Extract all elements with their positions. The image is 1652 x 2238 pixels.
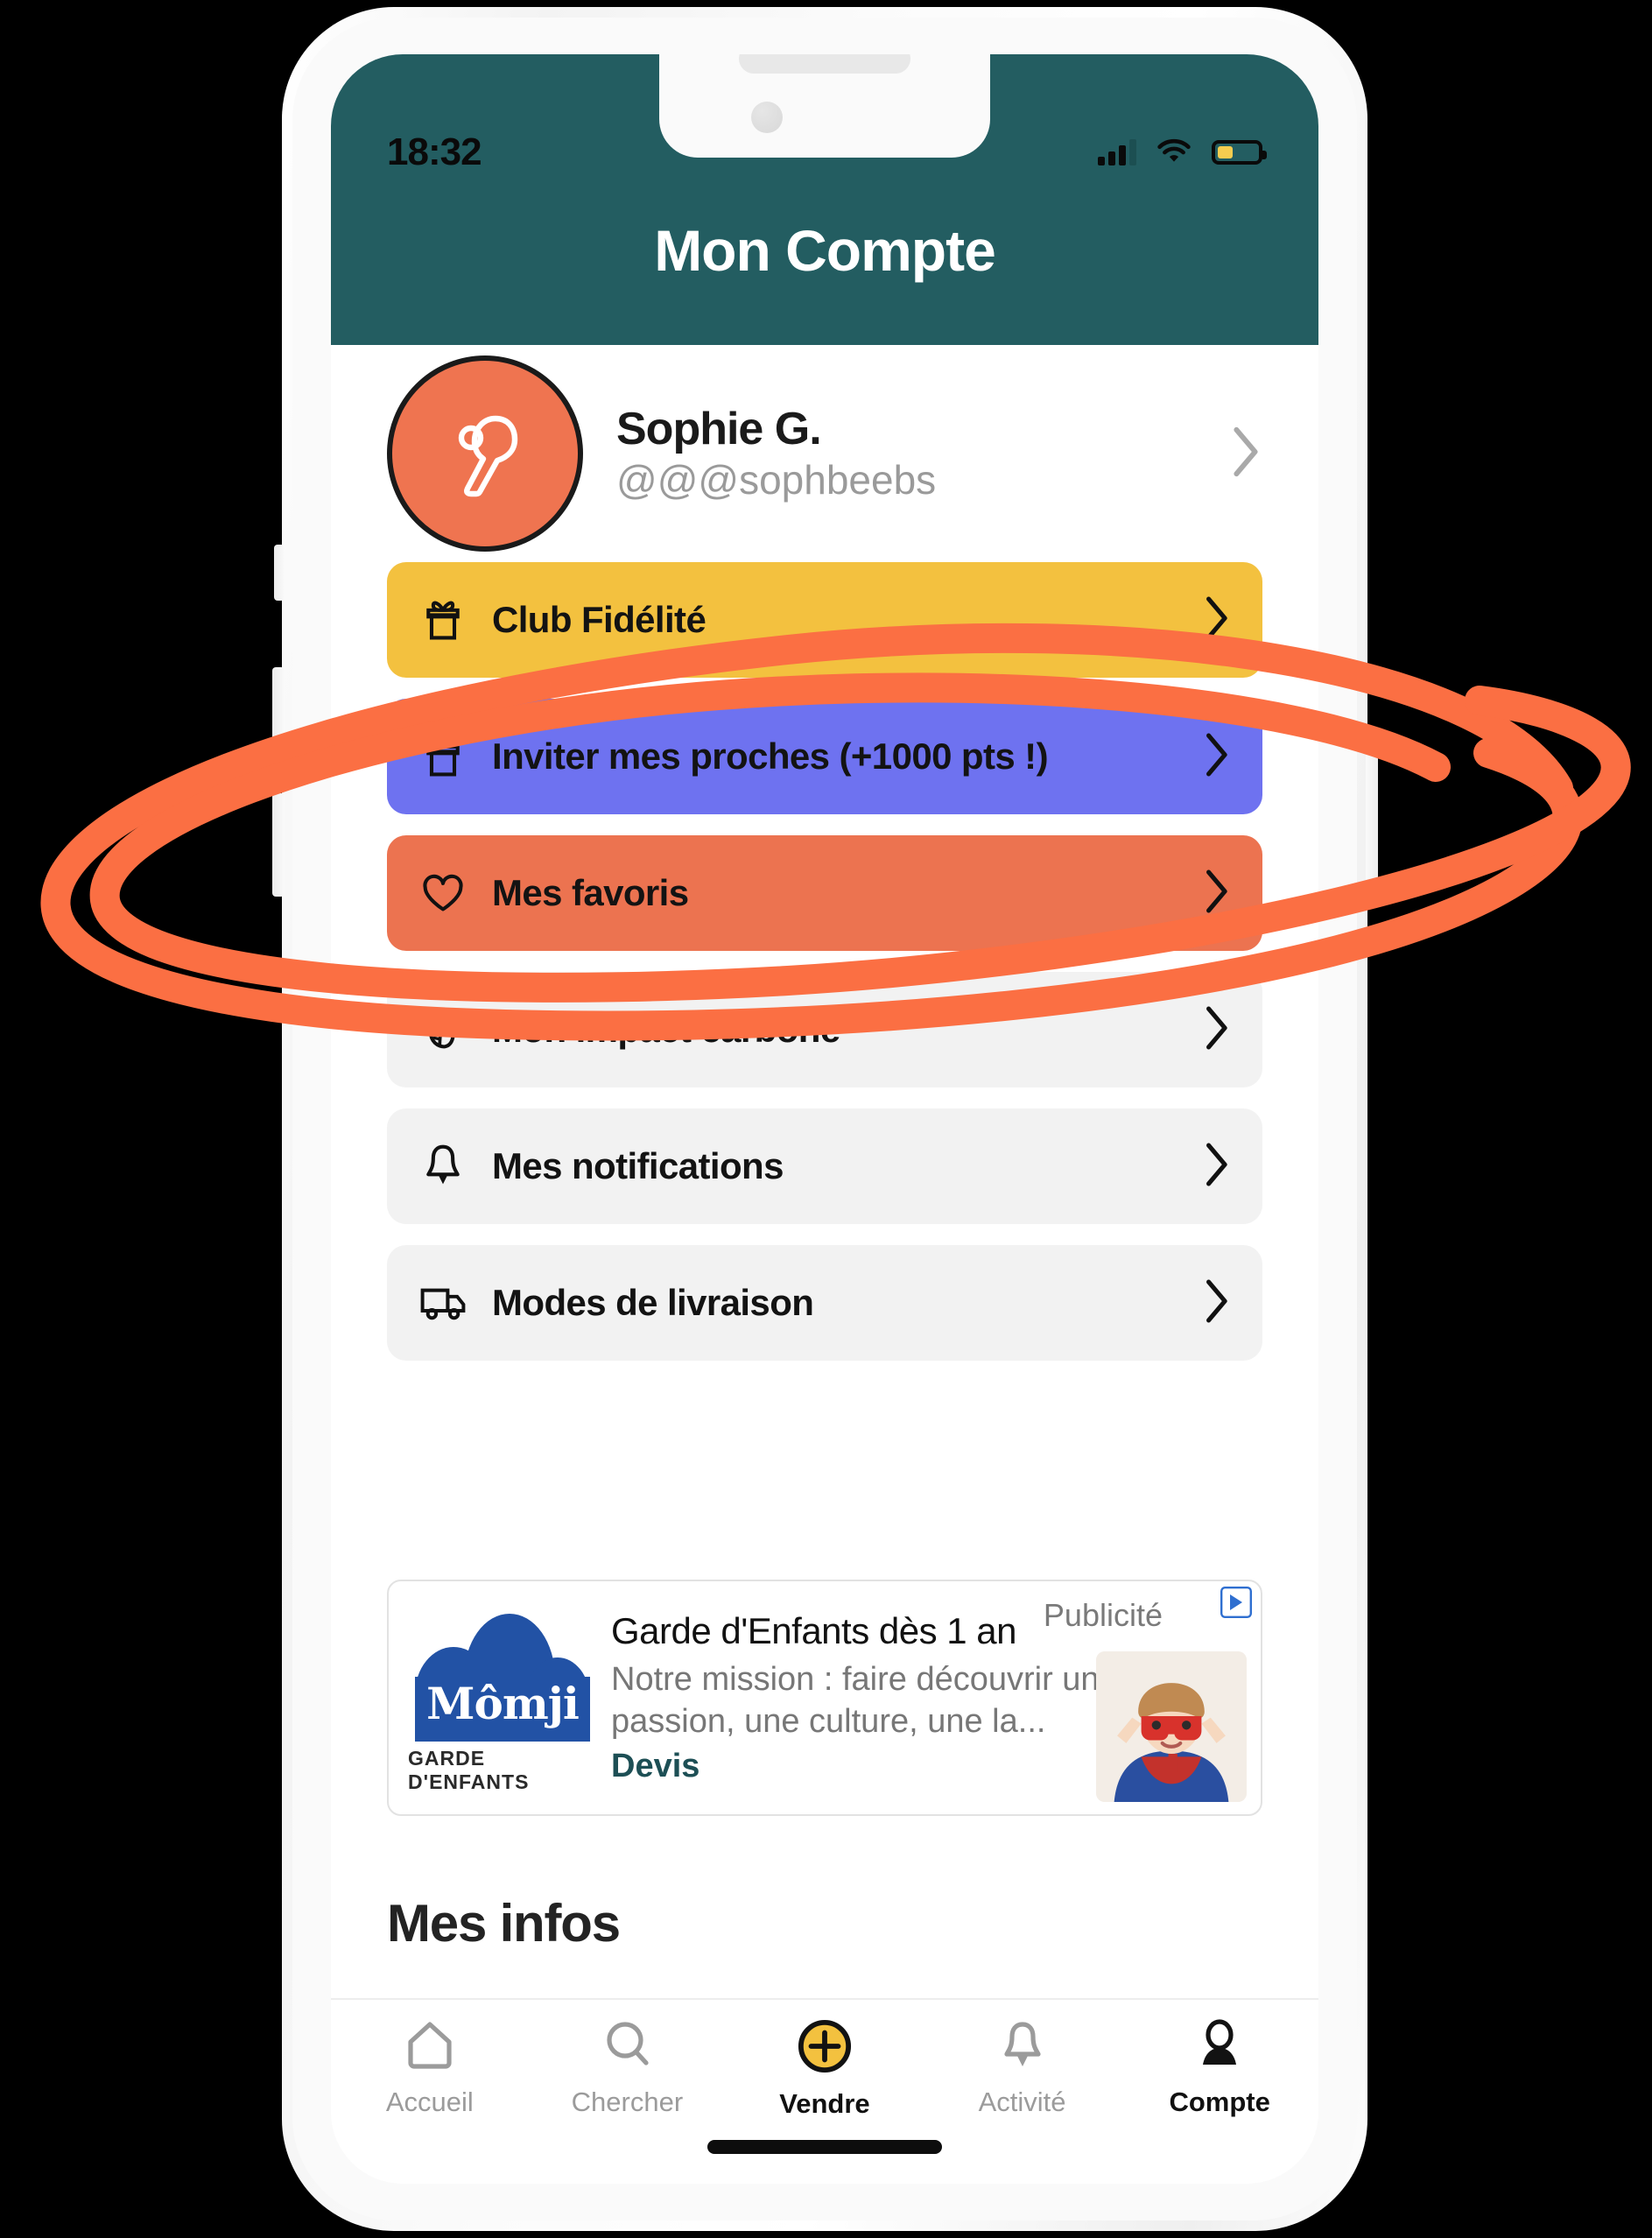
bell-icon (999, 2019, 1046, 2076)
home-indicator (707, 2140, 942, 2154)
chevron-right-icon[interactable] (1227, 425, 1262, 483)
momji-logo-shape: Mômji (415, 1601, 590, 1742)
tab-label: Vendre (779, 2088, 870, 2119)
profile-handle: @@@sophbeebs (616, 456, 937, 503)
ad-thumbnail (1096, 1651, 1247, 1802)
gift-icon (418, 734, 467, 779)
battery-icon (1212, 140, 1267, 165)
adchoices-icon[interactable] (1220, 1587, 1252, 1618)
tab-activite[interactable]: Activité (924, 2019, 1121, 2118)
account-menu-list: Club Fidélité Inviter mes proches (+1000… (331, 562, 1318, 1382)
chevron-right-icon (1201, 1277, 1231, 1329)
profile-text: Sophie G. @@@sophbeebs (616, 404, 1227, 504)
tab-accueil[interactable]: Accueil (331, 2019, 529, 2118)
ad-advertiser-logo: Mômji GARDE D'ENFANTS (408, 1601, 597, 1794)
cellular-signal-icon (1098, 139, 1136, 165)
volume-up-button[interactable] (272, 667, 285, 771)
ad-label: Publicité (1043, 1597, 1163, 1633)
user-silhouette-avatar (458, 415, 518, 497)
section-title-mes-infos: Mes infos (387, 1894, 621, 1953)
chevron-right-icon (1201, 868, 1231, 919)
power-button[interactable] (1366, 734, 1378, 900)
phone-screen: 18:32 Mon Compte Sophie G. @@@sophbeebs … (331, 54, 1318, 2184)
gift-icon (418, 597, 467, 643)
menu-item-label: Mes favoris (492, 872, 689, 913)
heart-icon (418, 872, 467, 914)
menu-item-mes-notifications[interactable]: Mes notifications (387, 1108, 1262, 1224)
ad-advertiser-name: Mômji (426, 1678, 580, 1729)
silent-switch[interactable] (274, 545, 285, 601)
profile-name: Sophie G. (616, 403, 822, 454)
chevron-right-icon (1201, 1141, 1231, 1193)
device-notch (659, 54, 990, 158)
menu-item-inviter-mes-proches[interactable]: Inviter mes proches (+1000 pts !) (387, 699, 1262, 814)
tab-label: Accueil (385, 2087, 474, 2117)
ad-card[interactable]: Mômji GARDE D'ENFANTS Garde d'Enfants dè… (387, 1580, 1262, 1816)
leaf-icon (418, 1007, 467, 1052)
status-icons (1098, 137, 1267, 169)
person-icon (1196, 2019, 1243, 2076)
menu-item-mes-favoris[interactable]: Mes favoris (387, 835, 1262, 951)
tab-compte[interactable]: Compte (1121, 2019, 1318, 2118)
truck-icon (418, 1283, 467, 1323)
bottom-tab-bar: Accueil Chercher Vendre Activité Compte (331, 1998, 1318, 2184)
profile-row[interactable]: Sophie G. @@@sophbeebs (331, 345, 1318, 562)
chevron-right-icon (1201, 731, 1231, 783)
avatar (387, 355, 583, 552)
earpiece-speaker (739, 54, 910, 74)
status-time: 18:32 (387, 130, 482, 173)
menu-item-label: Mon impact carbone (492, 1009, 840, 1050)
ad-advertiser-tagline: GARDE D'ENFANTS (408, 1747, 530, 1793)
volume-down-button[interactable] (272, 793, 285, 897)
menu-item-modes-de-livraison[interactable]: Modes de livraison (387, 1245, 1262, 1361)
bell-icon (418, 1144, 467, 1189)
menu-item-label: Inviter mes proches (+1000 pts !) (492, 735, 1049, 777)
wifi-icon (1156, 137, 1192, 169)
front-camera-icon (751, 102, 783, 133)
home-icon (405, 2019, 454, 2076)
search-icon (602, 2019, 651, 2076)
tab-vendre[interactable]: Vendre (726, 2019, 924, 2120)
chevron-right-icon (1201, 1004, 1231, 1056)
tab-chercher[interactable]: Chercher (529, 2019, 727, 2118)
chevron-right-icon (1201, 595, 1231, 646)
menu-item-mon-impact-carbone[interactable]: Mon impact carbone (387, 972, 1262, 1087)
page-title: Mon Compte (654, 218, 996, 283)
tab-label: Compte (1169, 2087, 1270, 2117)
menu-item-label: Mes notifications (492, 1145, 784, 1186)
tab-label: Activité (978, 2087, 1066, 2117)
menu-item-label: Club Fidélité (492, 599, 706, 640)
tab-label: Chercher (571, 2087, 684, 2117)
advertisement-banner[interactable]: Mômji GARDE D'ENFANTS Garde d'Enfants dè… (331, 1580, 1318, 1816)
plus-circle-icon (798, 2019, 852, 2078)
menu-item-club-fidelite[interactable]: Club Fidélité (387, 562, 1262, 678)
menu-item-label: Modes de livraison (492, 1282, 814, 1323)
